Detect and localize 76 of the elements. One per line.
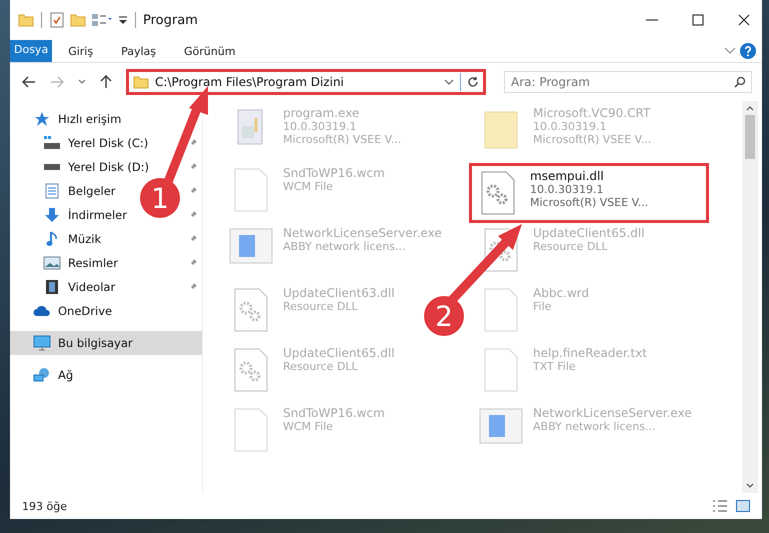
file-name: SndToWP16.wcm: [283, 166, 385, 180]
details-view-icon[interactable]: [712, 500, 728, 512]
ribbon-tab[interactable]: Giriş: [56, 40, 106, 62]
ribbon-tab[interactable]: Görünüm: [172, 40, 248, 62]
picture-icon: [43, 256, 61, 270]
file-name: UpdateClient63.dll: [283, 286, 395, 300]
file-name: UpdateClient65.dll: [533, 226, 645, 240]
music-note-icon: [46, 231, 58, 247]
expand-ribbon-icon[interactable]: [724, 47, 736, 55]
sidebar-item[interactable]: Videolar: [10, 275, 118, 299]
file-name: SndToWP16.wcm: [283, 406, 385, 420]
file-detail: Resource DLL: [283, 300, 359, 313]
up-arrow-icon[interactable]: [100, 75, 112, 89]
file-detail: 10.0.30319.1: [283, 120, 358, 133]
search-field[interactable]: Ara: Program: [504, 71, 752, 93]
document-icon: [45, 183, 59, 199]
file-detail: 10.0.30319.1: [533, 120, 608, 133]
file-detail: TXT File: [533, 360, 577, 373]
file-detail: Microsoft(R) VSEE V...: [530, 196, 648, 209]
window-app-icon: [479, 408, 523, 444]
file-name: Abbc.wrd: [533, 286, 590, 300]
sidebar-item[interactable]: Belgeler: [10, 179, 118, 203]
monitor-icon: [33, 335, 51, 351]
window-app-icon: [229, 228, 273, 264]
file-name: NetworkLicenseServer.exe: [533, 406, 692, 420]
window-title: Program: [143, 12, 198, 28]
back-arrow-icon[interactable]: [22, 76, 36, 88]
file-detail: ABBY network licens...: [283, 240, 407, 253]
network-icon: [33, 367, 51, 383]
sidebar-item[interactable]: Müzik: [10, 227, 104, 251]
file-name: program.exe: [283, 106, 360, 120]
search-icon[interactable]: [734, 76, 746, 88]
file-item[interactable]: msempui.dll 10.0.30319.1 Microsoft(R) VSEE V...: [469, 163, 709, 223]
file-detail: File: [533, 300, 552, 313]
scroll-down-icon[interactable]: [746, 483, 754, 489]
file-detail: Resource DLL: [533, 240, 609, 253]
file-name: help.fineReader.txt: [533, 346, 647, 360]
file-detail: WCM File: [283, 180, 334, 193]
recent-caret-icon[interactable]: [78, 79, 86, 85]
sidebar-item[interactable]: Yerel Disk (C:): [10, 131, 150, 155]
sidebar-item[interactable]: İndirmeler: [10, 203, 129, 227]
address-bar[interactable]: C:\Program Files\Program Dizini: [126, 69, 486, 95]
ribbon-tab[interactable]: Dosya: [10, 40, 52, 62]
checklist-icon[interactable]: [49, 12, 65, 28]
file-name: NetworkLicenseServer.exe: [283, 226, 442, 240]
sidebar-item[interactable]: Ağ: [10, 363, 202, 387]
file-detail: ABBY network licens...: [533, 420, 657, 433]
film-icon: [45, 279, 59, 295]
close-icon[interactable]: [738, 14, 750, 26]
down-arrow-icon: [44, 207, 60, 223]
file-detail: 10.0.30319.1: [530, 183, 604, 196]
file-detail: Microsoft(R) VSEE V...: [283, 133, 402, 146]
sidebar-item[interactable]: Hızlı erişim: [10, 107, 202, 131]
item-count: 193 öğe: [22, 500, 67, 512]
file-detail: WCM File: [283, 420, 334, 433]
properties-icon[interactable]: [91, 12, 113, 28]
help-icon[interactable]: [740, 43, 756, 59]
sidebar-item[interactable]: Yerel Disk (D:): [10, 155, 152, 179]
sidebar-item[interactable]: OneDrive: [10, 299, 202, 323]
drive-icon: [43, 136, 61, 150]
file-detail: Microsoft(R) VSEE V...: [533, 133, 652, 146]
sidebar-item[interactable]: Bu bilgisayar: [10, 331, 202, 355]
cloud-icon: [33, 305, 51, 317]
file-name: msempui.dll: [530, 169, 605, 183]
maximize-icon[interactable]: [692, 14, 704, 26]
file-detail: Resource DLL: [283, 360, 359, 373]
sidebar-item[interactable]: Resimler: [10, 251, 120, 275]
file-name: Microsoft.VC90.CRT: [533, 106, 652, 120]
file-name: UpdateClient65.dll: [283, 346, 395, 360]
star-icon: [34, 111, 50, 127]
ribbon-tab[interactable]: Paylaş: [109, 40, 168, 62]
scrollbar-thumb[interactable]: [745, 115, 755, 159]
scrollbar[interactable]: [742, 101, 758, 493]
large-icons-view-icon[interactable]: [736, 500, 750, 512]
drive-icon: [43, 163, 61, 171]
scroll-up-icon[interactable]: [746, 105, 754, 111]
